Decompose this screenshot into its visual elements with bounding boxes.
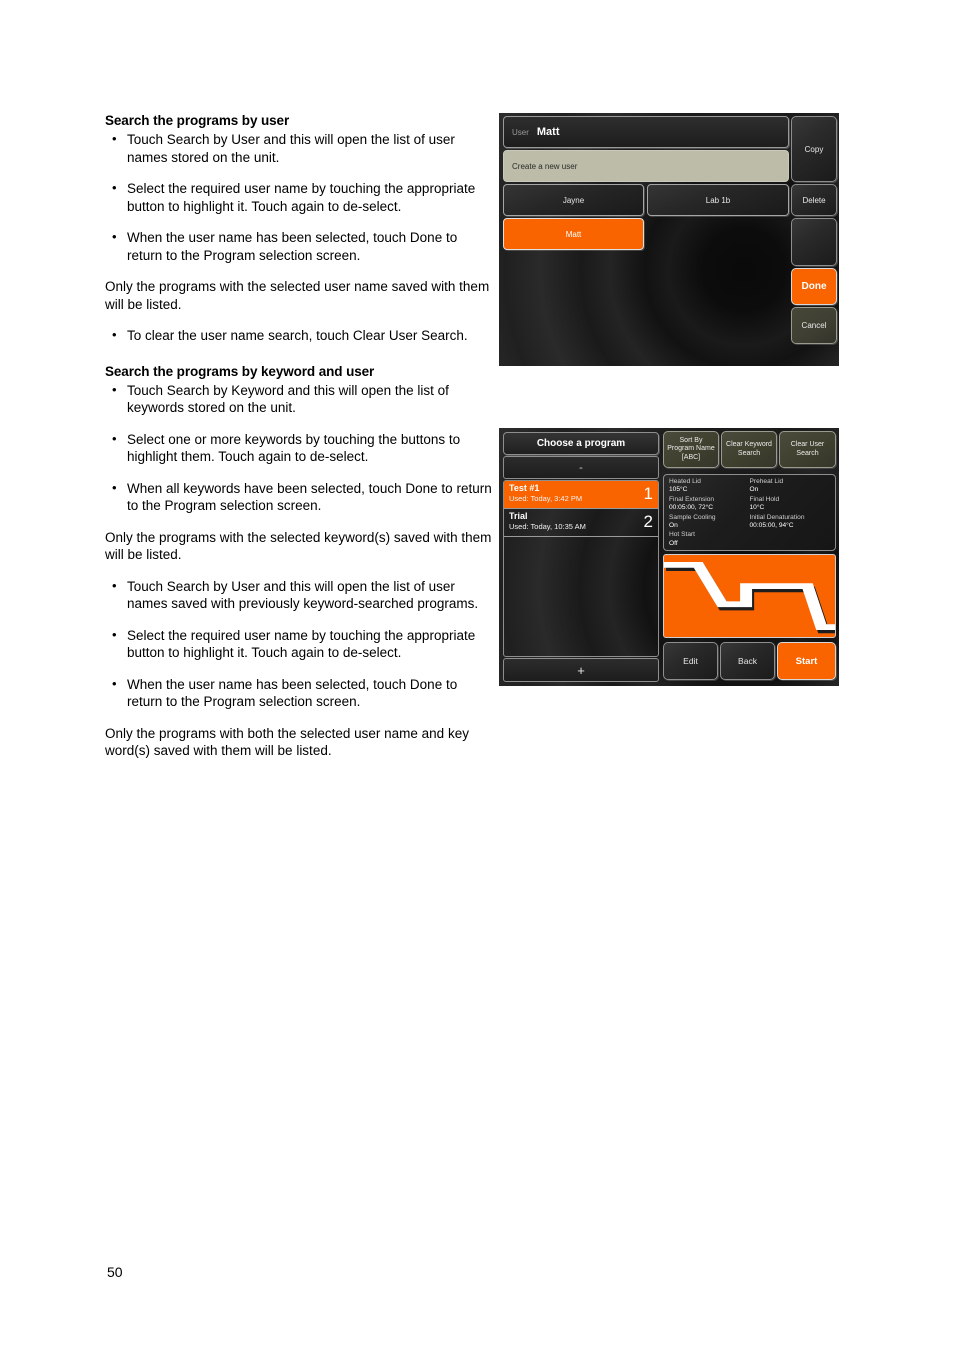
- blank-button[interactable]: [791, 218, 837, 266]
- start-button[interactable]: Start: [777, 642, 836, 680]
- list-item: Touch Search by User and this will open …: [105, 130, 495, 166]
- param-final-hold: Final Hold 10°C: [750, 496, 831, 513]
- paragraph-combined-filter: Only the programs with both the selected…: [105, 725, 469, 759]
- done-button[interactable]: Done: [791, 268, 837, 305]
- param-value: 10°C: [749, 504, 765, 512]
- user-button-jayne[interactable]: Jayne: [503, 184, 644, 216]
- cancel-button[interactable]: Cancel: [791, 307, 837, 344]
- user-header-label: User: [512, 127, 529, 137]
- list-item: Touch Search by Keyword and this will op…: [105, 381, 495, 417]
- back-button[interactable]: Back: [720, 642, 775, 680]
- param-sample-cooling: Sample Cooling On: [669, 514, 750, 531]
- collapse-folder-button[interactable]: -: [503, 456, 659, 479]
- param-key: Preheat Lid: [749, 478, 784, 485]
- edit-button[interactable]: Edit: [663, 642, 718, 680]
- list-item: When all keywords have been selected, to…: [105, 479, 495, 515]
- parameters-column-left: Heated Lid 105°C Final Extension 00:05:0…: [669, 478, 750, 547]
- list-item: When the user name has been selected, to…: [105, 675, 495, 711]
- param-preheat-lid: Preheat Lid On: [750, 478, 831, 495]
- list-item: Select one or more keywords by touching …: [105, 430, 495, 466]
- document-text-column: Search the programs by user Touch Search…: [105, 112, 495, 774]
- program-panel-title: Choose a program: [503, 432, 659, 455]
- list-item: To clear the user name search, touch Cle…: [105, 326, 495, 345]
- program-row-test1[interactable]: Test #1 Used: Today, 3:42 PM 1: [504, 481, 658, 509]
- user-header-bar: User Matt: [503, 116, 789, 148]
- sort-by-button[interactable]: Sort By Program Name [ABC]: [663, 431, 719, 468]
- section-heading-keyword-user: Search the programs by keyword and user: [105, 363, 375, 379]
- param-value: On: [749, 486, 759, 494]
- program-list[interactable]: Test #1 Used: Today, 3:42 PM 1 Trial Use…: [503, 480, 659, 657]
- program-used: Used: Today, 10:35 AM: [509, 522, 586, 531]
- param-key: Final Hold: [749, 495, 780, 503]
- bullet-list-keyword: Touch Search by Keyword and this will op…: [105, 381, 495, 515]
- add-program-button[interactable]: +: [503, 658, 659, 682]
- parameters-column-right: Preheat Lid On Final Hold 10°C Initial D…: [750, 478, 831, 547]
- program-list-panel: Choose a program - Test #1 Used: Today, …: [501, 430, 661, 684]
- copy-button[interactable]: Copy: [791, 116, 837, 182]
- param-value: 00:05:00, 94°C: [749, 522, 794, 530]
- param-initial-denaturation: Initial Denaturation 00:05:00, 94°C: [750, 514, 831, 531]
- paragraph-user-filter: Only the programs with the selected user…: [105, 279, 490, 312]
- program-row-trial[interactable]: Trial Used: Today, 10:35 AM 2: [504, 509, 658, 537]
- param-hot-start: Hot Start Off: [669, 531, 750, 548]
- screenshot-program-selection: Choose a program - Test #1 Used: Today, …: [499, 428, 839, 686]
- user-button-matt[interactable]: Matt: [503, 218, 644, 250]
- user-button-lab1b[interactable]: Lab 1b: [647, 184, 789, 216]
- bullet-list-clear-user: To clear the user name search, touch Cle…: [105, 326, 495, 345]
- page-number: 50: [107, 1264, 123, 1280]
- program-parameters-panel: Heated Lid 105°C Final Extension 00:05:0…: [663, 474, 836, 551]
- program-name: Trial: [509, 511, 528, 521]
- list-item: When the user name has been selected, to…: [105, 228, 495, 264]
- param-value: 00:05:00, 72°C: [669, 504, 714, 512]
- param-key: Initial Denaturation: [749, 513, 805, 521]
- clear-user-search-button[interactable]: Clear User Search: [779, 431, 836, 468]
- param-value: On: [669, 522, 678, 530]
- param-value: Off: [669, 539, 678, 547]
- param-value: 105°C: [669, 486, 688, 494]
- program-index: 2: [643, 512, 653, 531]
- program-name: Test #1: [509, 483, 540, 493]
- user-header-value: Matt: [536, 126, 560, 138]
- bullet-list-keyword-user: Touch Search by User and this will open …: [105, 577, 495, 711]
- profile-line: [664, 561, 835, 631]
- paragraph-keyword-filter: Only the programs with the selected keyw…: [105, 529, 492, 563]
- program-used: Used: Today, 3:42 PM: [509, 494, 583, 503]
- list-item: Select the required user name by touchin…: [105, 626, 495, 662]
- param-key: Final Extension: [669, 495, 715, 503]
- program-index: 1: [643, 484, 653, 503]
- screenshot-user-selection: User Matt Create a new user Jayne Lab 1b…: [499, 113, 839, 366]
- list-item: Select the required user name by touchin…: [105, 179, 495, 215]
- thermal-profile-chart: [663, 554, 836, 638]
- param-heated-lid: Heated Lid 105°C: [669, 478, 750, 495]
- param-key: Sample Cooling: [669, 513, 716, 521]
- thermal-profile-svg: [664, 561, 835, 634]
- section-heading-user: Search the programs by user: [105, 113, 290, 128]
- param-key: Hot Start: [669, 531, 696, 539]
- param-final-extension: Final Extension 00:05:00, 72°C: [669, 496, 750, 513]
- bullet-list-user: Touch Search by User and this will open …: [105, 130, 495, 264]
- delete-button[interactable]: Delete: [791, 184, 837, 216]
- list-item: Touch Search by User and this will open …: [105, 577, 495, 613]
- create-new-user-button[interactable]: Create a new user: [503, 150, 789, 182]
- clear-keyword-search-button[interactable]: Clear Keyword Search: [721, 431, 777, 468]
